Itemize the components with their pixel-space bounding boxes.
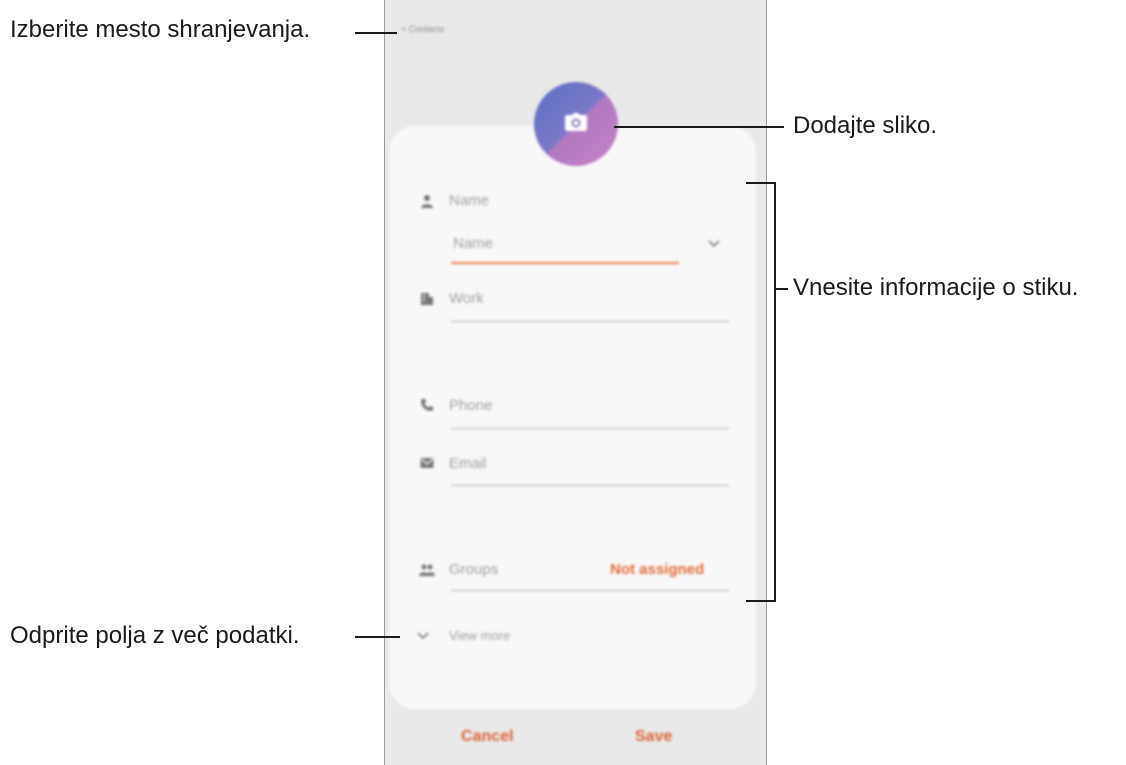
back-link-label[interactable]: < Contacts <box>401 24 444 34</box>
callout-photo: Dodajte sliko. <box>793 112 938 139</box>
groups-underline <box>451 590 729 591</box>
email-input[interactable]: Email <box>449 455 487 472</box>
callout-info: Vnesite informacije o stiku. <box>793 274 1079 301</box>
camera-icon <box>565 112 587 136</box>
callout-more-leader <box>355 636 400 638</box>
callout-photo-leader <box>614 126 784 128</box>
email-icon <box>419 455 435 471</box>
cancel-button[interactable]: Cancel <box>461 728 513 746</box>
contact-form-card: Name Name Work Phone Email Groups Not as… <box>389 126 756 709</box>
name-input-underline <box>451 262 679 264</box>
building-icon <box>419 291 435 307</box>
groups-icon <box>419 562 435 578</box>
phone-underline <box>451 428 729 429</box>
phone-icon <box>419 397 435 413</box>
email-underline <box>451 485 729 486</box>
add-photo-button[interactable] <box>534 82 618 166</box>
info-bracket-top <box>746 182 776 184</box>
groups-label: Groups <box>449 561 499 578</box>
storage-location-selector[interactable]: < Contacts <box>401 24 444 34</box>
info-bracket-vertical <box>774 182 776 602</box>
phone-input[interactable]: Phone <box>449 397 492 414</box>
info-bracket-tick <box>776 288 788 290</box>
callout-more: Odprite polja z več podatki. <box>10 622 300 649</box>
phone-screen: < Contacts Name Name Work Phone Email Gr… <box>384 0 767 765</box>
callout-storage-leader <box>355 32 397 34</box>
work-underline <box>451 321 729 322</box>
chevron-down-icon[interactable] <box>706 236 722 252</box>
info-bracket-bottom <box>746 600 776 602</box>
person-icon <box>419 193 435 209</box>
save-button[interactable]: Save <box>635 728 672 746</box>
name-input[interactable]: Name <box>453 235 493 252</box>
expand-chevron-icon[interactable] <box>415 628 431 644</box>
view-more-link[interactable]: View more <box>449 628 510 643</box>
groups-value[interactable]: Not assigned <box>610 561 704 578</box>
work-input[interactable]: Work <box>449 290 484 307</box>
name-label: Name <box>449 192 490 209</box>
callout-storage: Izberite mesto shranjevanja. <box>10 16 311 43</box>
